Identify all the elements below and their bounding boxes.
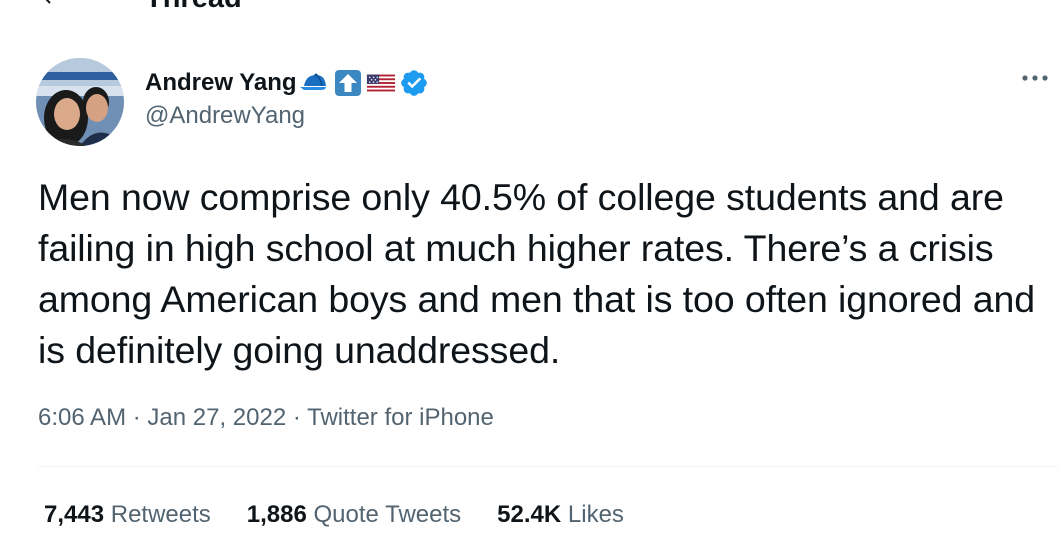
back-arrow-icon[interactable]	[38, 0, 62, 8]
tweet-date[interactable]: Jan 27, 2022	[147, 404, 286, 431]
meta-separator: ·	[132, 404, 141, 431]
author-name-row[interactable]: Andrew Yang	[145, 66, 429, 100]
retweets-label: Retweets	[110, 501, 211, 528]
avatar[interactable]	[36, 58, 124, 146]
divider	[38, 466, 1058, 467]
meta-separator: ·	[292, 404, 301, 431]
likes-label: Likes	[567, 501, 624, 528]
tweet-page: Thread Andrew Yang	[0, 0, 1058, 554]
up-arrow-icon	[333, 68, 363, 98]
more-options-icon[interactable]	[1020, 68, 1050, 88]
tweet-source[interactable]: Twitter for iPhone	[307, 404, 494, 431]
verified-badge-icon	[399, 68, 429, 98]
page-title: Thread	[145, 0, 242, 15]
likes-count: 52.4K	[497, 501, 562, 528]
tweet-time[interactable]: 6:06 AM	[38, 404, 126, 431]
retweets-count: 7,443	[44, 501, 105, 528]
author-display-name[interactable]: Andrew Yang	[145, 69, 297, 97]
engagement-stats: 7,443 Retweets 1,886 Quote Tweets 52.4K …	[44, 501, 624, 529]
tweet-metadata: 6:06 AM · Jan 27, 2022 · Twitter for iPh…	[38, 404, 494, 432]
tweet-text: Men now comprise only 40.5% of college s…	[38, 176, 1036, 371]
quote-tweets-stat[interactable]: 1,886 Quote Tweets	[247, 501, 461, 529]
author-handle[interactable]: @AndrewYang	[145, 102, 305, 130]
retweets-stat[interactable]: 7,443 Retweets	[44, 501, 211, 529]
blue-cap-icon	[299, 68, 330, 98]
quote-tweets-label: Quote Tweets	[313, 501, 462, 528]
quote-tweets-count: 1,886	[246, 501, 307, 528]
us-flag-icon	[366, 68, 396, 98]
likes-stat[interactable]: 52.4K Likes	[497, 501, 624, 529]
